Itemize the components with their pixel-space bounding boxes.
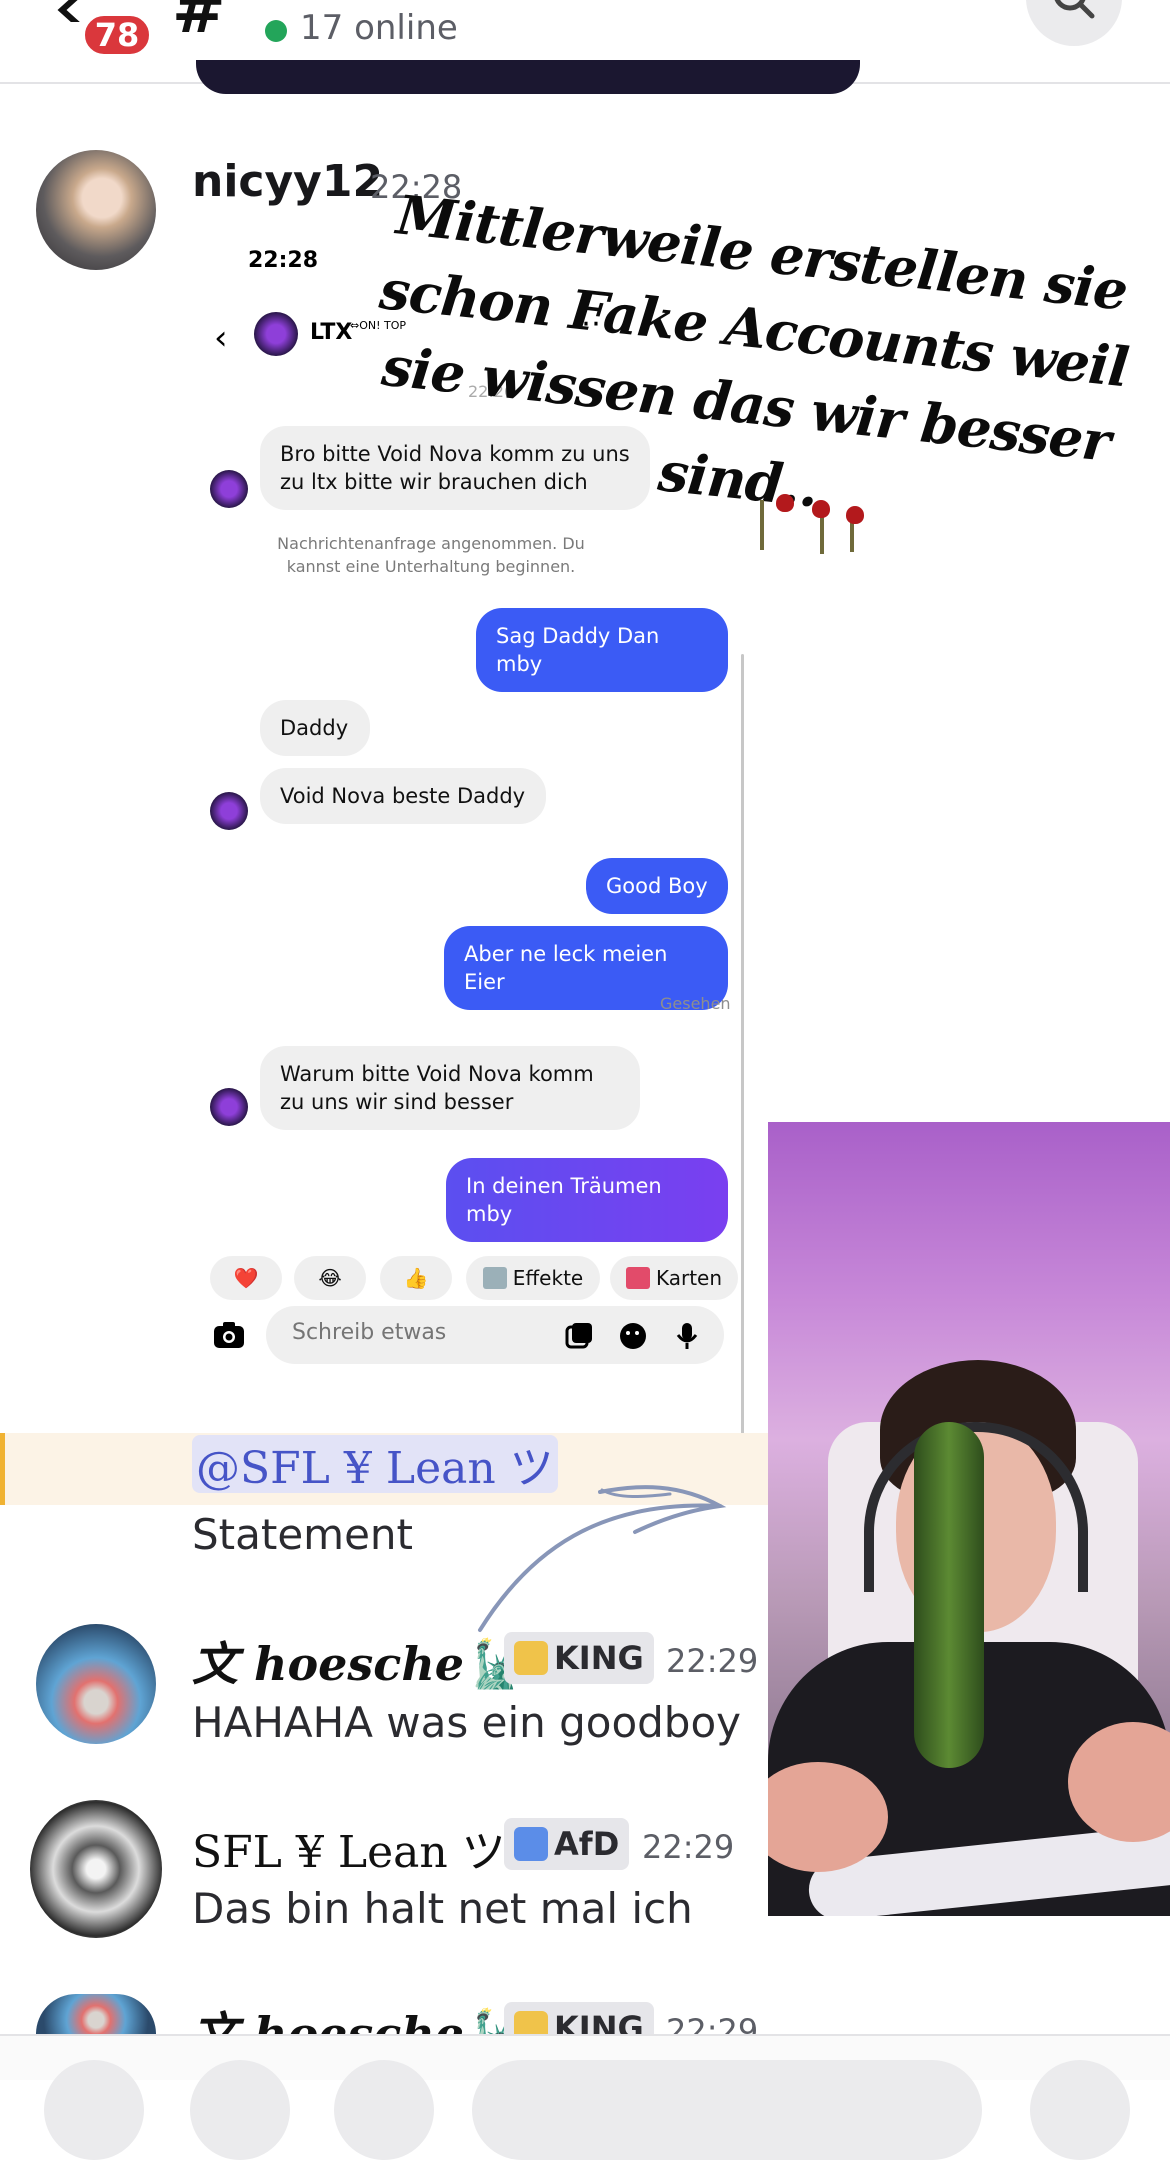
crown-icon	[514, 2011, 548, 2034]
sticker-icon	[620, 1323, 646, 1349]
camera-icon	[214, 1322, 244, 1348]
effects-chip: Effekte	[466, 1256, 600, 1300]
quick-react-laugh: 😂	[294, 1256, 366, 1300]
drawn-arrow	[478, 1485, 727, 1632]
message-text: HAHAHA was ein goodboy	[192, 1698, 742, 1747]
mention-indicator	[0, 1433, 5, 1505]
sender-avatar	[210, 792, 248, 830]
outgoing-bubble: Sag Daddy Dan mby	[476, 608, 728, 692]
message-input[interactable]	[472, 2060, 982, 2160]
cards-chip: Karten	[610, 1256, 738, 1300]
system-note: Nachrichtenanfrage angenommen. Du kannst…	[277, 534, 585, 576]
video-overlay[interactable]	[768, 1122, 1170, 1916]
message-text: Statement	[192, 1510, 414, 1559]
microphone-icon	[676, 1323, 698, 1349]
cards-icon	[625, 1267, 650, 1289]
quick-react-heart: ❤️	[210, 1256, 282, 1300]
quick-react-thumbs: 👍	[380, 1256, 452, 1300]
incoming-bubble: Warum bitte Void Nova komm zu uns wir si…	[260, 1046, 640, 1130]
incoming-bubble: Void Nova beste Daddy	[260, 768, 546, 824]
chevron-left-icon: ‹	[214, 318, 228, 358]
message-author[interactable]: SFL ¥ Lean ツ	[192, 1816, 506, 1880]
search-icon	[1054, 0, 1095, 19]
compose-input	[290, 1319, 514, 1346]
search-button[interactable]	[1026, 0, 1122, 46]
message-timestamp: 22:29	[642, 1828, 735, 1866]
role-label: AfD	[554, 1825, 620, 1863]
message-text: Das bin halt net mal ich	[192, 1884, 693, 1933]
avatar[interactable]	[30, 1800, 162, 1938]
add-button[interactable]	[44, 2060, 144, 2160]
role-tag: KING	[504, 1632, 654, 1684]
chat-avatar	[254, 312, 298, 356]
status-time: 22:28	[248, 248, 319, 273]
sender-avatar	[210, 470, 248, 508]
seen-label: Gesehen	[660, 994, 731, 1013]
message-author[interactable]: 文 hoesche🗽	[192, 1998, 521, 2034]
previous-embed	[196, 60, 860, 94]
avatar[interactable]	[36, 150, 156, 270]
scroll-indicator	[741, 654, 744, 1434]
online-count: 17 online	[300, 8, 458, 48]
gift-button[interactable]	[190, 2060, 290, 2160]
mic-button[interactable]	[1030, 2060, 1130, 2160]
message-timestamp: 22:29	[666, 1642, 759, 1680]
effects-label: Effekte	[512, 1266, 584, 1290]
message-author[interactable]: nicyy12	[192, 156, 383, 207]
incoming-bubble: Daddy	[260, 700, 370, 756]
partial-message-row: 文 hoesche🗽 KING 22:29	[0, 1994, 768, 2034]
crown-icon	[514, 1641, 548, 1675]
role-tag: KING	[504, 2002, 654, 2034]
heart-icon	[514, 1827, 548, 1861]
outgoing-bubble: In deinen Träumen mby	[446, 1158, 728, 1242]
unread-badge[interactable]: 78	[81, 12, 153, 58]
avatar[interactable]	[36, 1624, 156, 1744]
online-status-dot	[265, 20, 287, 42]
effects-icon	[482, 1267, 507, 1289]
sender-avatar	[210, 1088, 248, 1126]
apps-button[interactable]	[334, 2060, 434, 2160]
role-label: KING	[554, 2009, 644, 2034]
compose-bar	[266, 1306, 724, 1364]
cards-label: Karten	[655, 1266, 723, 1290]
chat-name: LTX	[310, 320, 353, 345]
gallery-icon	[565, 1323, 592, 1349]
cucumber	[914, 1422, 984, 1768]
role-tag: AfD	[504, 1818, 630, 1870]
role-label: KING	[554, 1639, 644, 1677]
message-timestamp: 22:29	[666, 2012, 759, 2034]
outgoing-bubble: Good Boy	[586, 858, 728, 914]
message-author[interactable]: 文 hoesche🗽	[192, 1628, 521, 1694]
hash-icon: #	[172, 0, 226, 48]
